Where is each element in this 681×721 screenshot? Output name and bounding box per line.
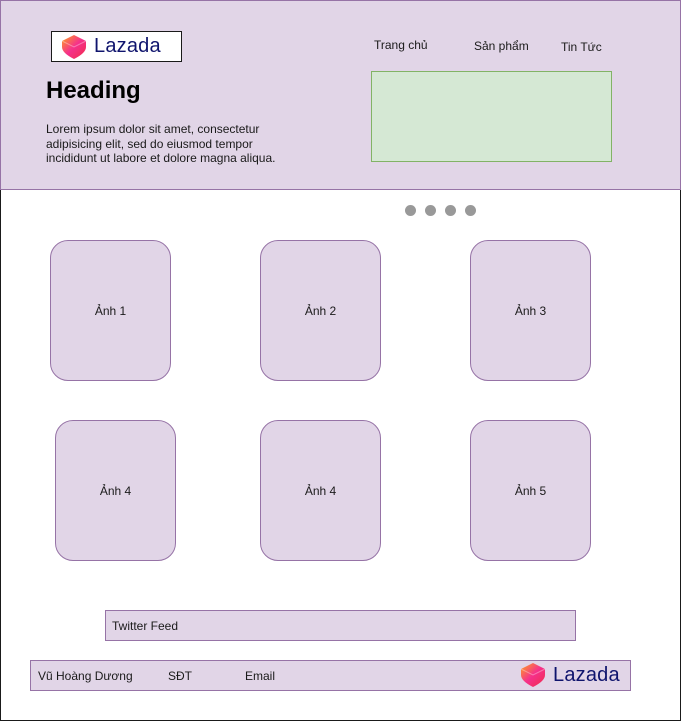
footer-logo[interactable]: Lazada (519, 663, 620, 687)
image-card[interactable]: Ảnh 1 (50, 240, 171, 381)
lazada-heart-icon (520, 663, 546, 687)
footer-phone[interactable]: SĐT (168, 669, 192, 683)
twitter-feed[interactable]: Twitter Feed (105, 610, 576, 641)
twitter-feed-label: Twitter Feed (112, 618, 179, 633)
lazada-heart-icon (61, 34, 87, 59)
image-card-label: Ảnh 4 (304, 483, 337, 498)
image-card[interactable]: Ảnh 3 (470, 240, 591, 381)
image-card-label: Ảnh 3 (514, 303, 547, 318)
image-card[interactable]: Ảnh 2 (260, 240, 381, 381)
nav-item-products[interactable]: Sản phẩm (474, 39, 529, 53)
carousel-dot[interactable] (425, 205, 436, 216)
nav-item-news[interactable]: Tin Tức (561, 40, 602, 54)
footer: Vũ Hoàng Dương SĐT Email Lazada (30, 660, 631, 691)
page-heading: Heading (46, 77, 141, 104)
image-card[interactable]: Ảnh 4 (260, 420, 381, 561)
image-card-label: Ảnh 5 (514, 483, 547, 498)
carousel-dot[interactable] (405, 205, 416, 216)
footer-email[interactable]: Email (245, 669, 275, 683)
header-logo[interactable]: Lazada (51, 31, 182, 62)
carousel-dots (405, 205, 476, 216)
nav-item-home[interactable]: Trang chủ (374, 38, 428, 52)
image-card-label: Ảnh 4 (99, 483, 132, 498)
header: Lazada Trang chủ Sản phẩm Tin Tức Headin… (0, 0, 681, 190)
image-card-label: Ảnh 2 (304, 303, 337, 318)
image-card-label: Ảnh 1 (94, 303, 127, 318)
logo-text: Lazada (553, 663, 620, 686)
logo-text: Lazada (94, 35, 161, 57)
footer-name: Vũ Hoàng Dương (38, 669, 133, 683)
banner-image (371, 71, 612, 162)
header-description: Lorem ipsum dolor sit amet, consectetur … (46, 122, 276, 165)
image-card[interactable]: Ảnh 4 (55, 420, 176, 561)
image-card[interactable]: Ảnh 5 (470, 420, 591, 561)
carousel-dot[interactable] (445, 205, 456, 216)
carousel-dot[interactable] (465, 205, 476, 216)
